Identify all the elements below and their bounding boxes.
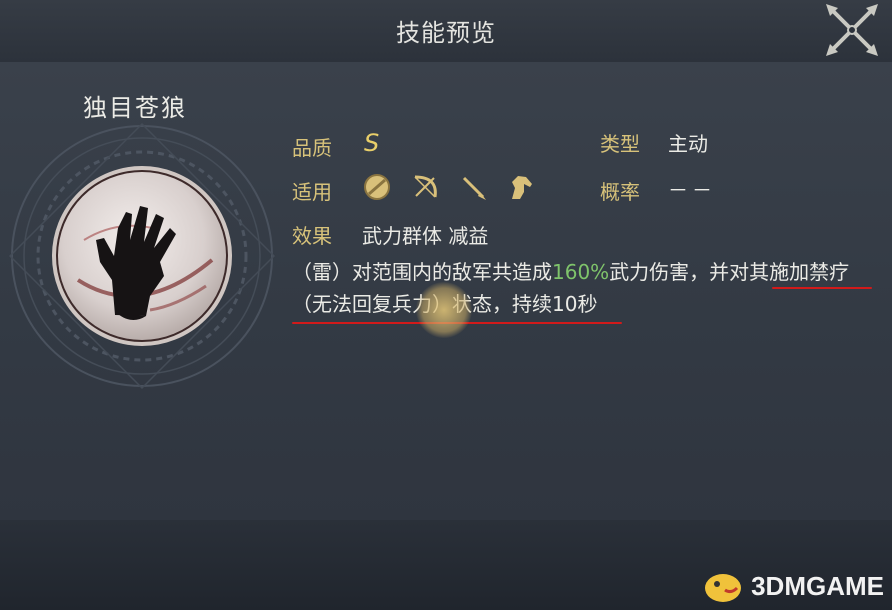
close-button[interactable] [822, 0, 882, 60]
type-label: 类型 [600, 132, 640, 156]
close-icon [826, 4, 878, 56]
description-highlight: 160% [552, 260, 610, 284]
page-title: 技能预览 [396, 19, 496, 47]
description-text-1: （雷）对范围内的敌军共造成 [292, 260, 552, 284]
quality-label: 品质 [292, 136, 332, 160]
effect-label: 效果 [292, 224, 332, 248]
touch-indicator [416, 282, 472, 338]
bow-unit-icon [410, 172, 440, 202]
shield-unit-icon [362, 172, 392, 202]
mascot-icon [705, 574, 742, 602]
skill-emblem-icon [8, 122, 276, 390]
title-bar: 技能预览 [0, 0, 892, 62]
quality-value: S [364, 129, 380, 157]
annotation-underline [772, 287, 872, 289]
applies-label: 适用 [292, 180, 332, 204]
applies-icon-group [362, 172, 536, 202]
rate-value: －－ [668, 178, 716, 202]
type-value: 主动 [668, 132, 708, 156]
rate-label: 概率 [600, 180, 640, 204]
watermark: 3DMGAME [701, 566, 884, 606]
watermark-text: 3DMGAME [751, 570, 884, 601]
spear-unit-icon [458, 172, 488, 202]
effect-value: 武力群体 减益 [362, 224, 489, 248]
cavalry-unit-icon [506, 172, 536, 202]
